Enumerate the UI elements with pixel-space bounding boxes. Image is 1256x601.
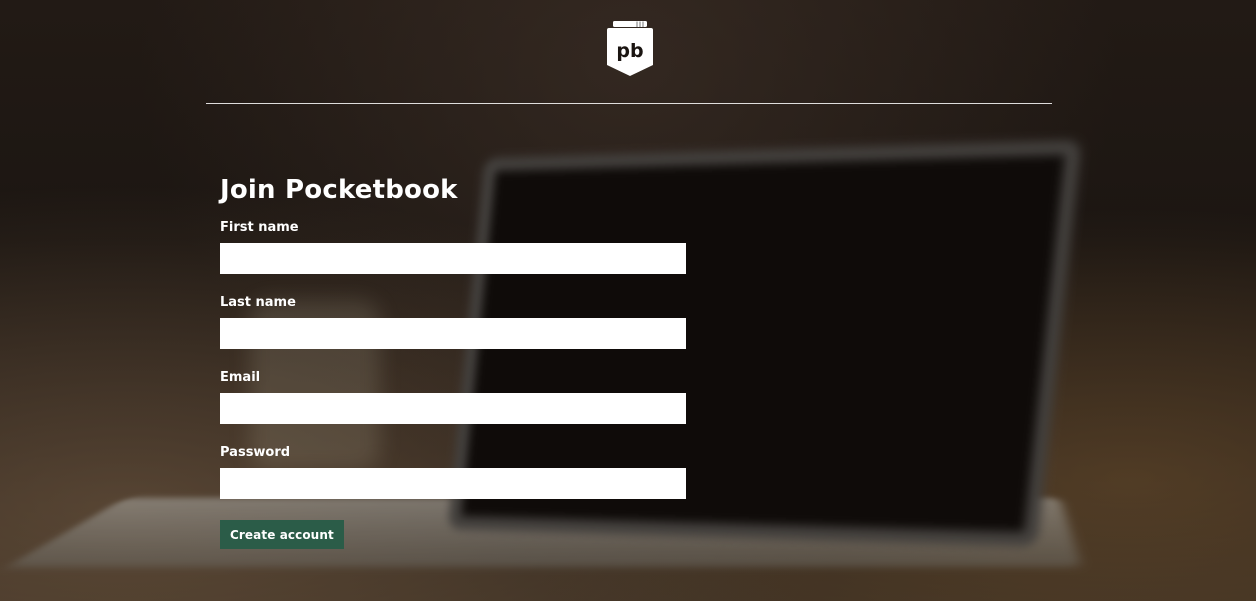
create-account-button[interactable]: Create account [220,520,344,549]
last-name-label: Last name [220,295,296,310]
logo-text: pb [616,40,643,62]
email-label: Email [220,370,261,385]
password-label: Password [220,445,291,460]
pocketbook-logo-icon[interactable]: pb [606,20,654,78]
signup-form: Join Pocketbook First name Last name Ema… [220,172,686,549]
last-name-field[interactable] [220,318,686,349]
first-name-label: First name [220,220,299,235]
email-field[interactable] [220,393,686,424]
password-field[interactable] [220,468,686,499]
first-name-field[interactable] [220,243,686,274]
header-divider [206,103,1052,104]
page-title: Join Pocketbook [220,175,458,205]
